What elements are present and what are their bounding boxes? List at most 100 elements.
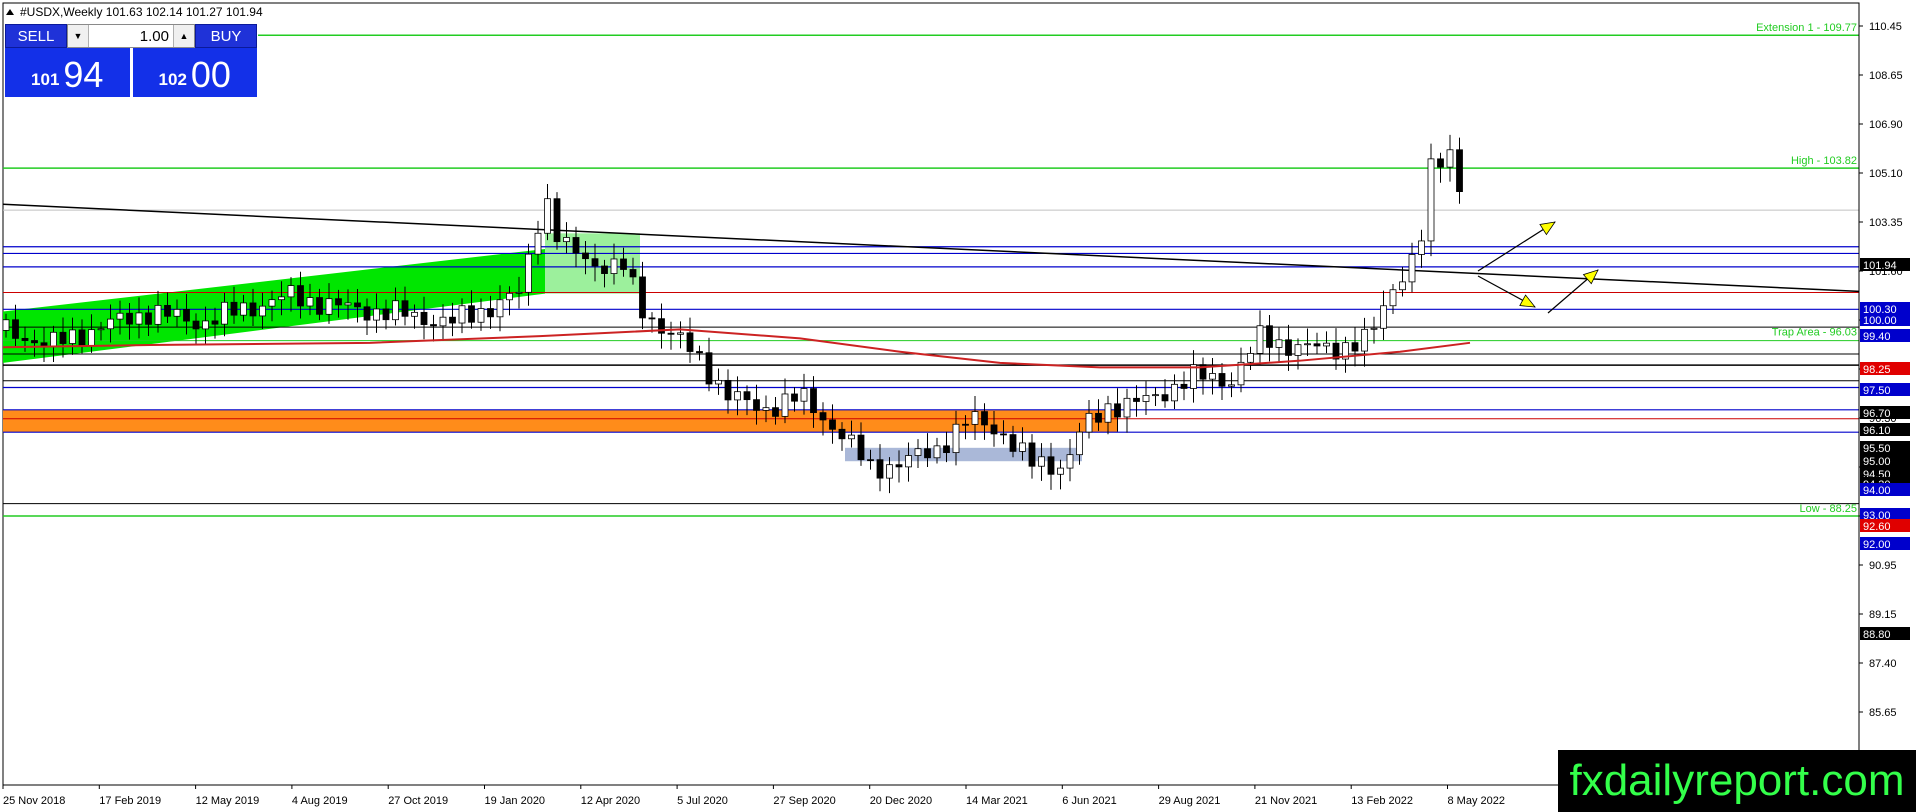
candle-body <box>1057 467 1064 475</box>
candle-body <box>411 311 418 317</box>
candle-body <box>468 305 475 323</box>
candle-body <box>677 332 684 335</box>
candle-body <box>1294 344 1302 356</box>
candle-body <box>1370 327 1378 330</box>
candle-body <box>1104 403 1112 423</box>
time-label: 20 Dec 2020 <box>870 795 932 807</box>
lot-decrease-icon[interactable]: ▼ <box>68 25 89 47</box>
candle-body <box>21 337 29 341</box>
time-label: 6 Jun 2021 <box>1062 795 1116 807</box>
candle-body <box>1256 325 1264 354</box>
candle-body <box>306 297 314 307</box>
candle-body <box>962 423 969 426</box>
lot-size-input[interactable] <box>89 25 173 47</box>
time-label: 17 Feb 2019 <box>99 795 161 807</box>
candle-body <box>297 285 304 307</box>
candle-body <box>316 297 323 315</box>
candle-body <box>344 302 352 306</box>
candle-body <box>610 258 618 274</box>
ask-price-button[interactable]: 102 00 <box>132 48 257 97</box>
candle-body <box>202 320 209 330</box>
lot-increase-icon[interactable]: ▲ <box>173 25 194 47</box>
candle-body <box>259 305 266 317</box>
time-label: 19 Jan 2020 <box>485 795 546 807</box>
sell-button[interactable]: SELL <box>5 24 67 48</box>
consolidation-zone <box>845 447 1082 462</box>
candle-body <box>50 331 57 347</box>
level-tags: 101.94100.30100.0099.4098.2597.5096.7096… <box>1860 258 1910 641</box>
level-tag-label: 92.00 <box>1863 539 1891 551</box>
candle-body <box>525 253 532 293</box>
candle-body <box>762 407 770 411</box>
candle-body <box>2 319 10 331</box>
candle-body <box>1285 339 1292 356</box>
candle-body <box>1142 395 1150 402</box>
candle-body <box>1085 412 1093 433</box>
candle-body <box>363 306 371 321</box>
candle-body <box>563 237 570 243</box>
candle-body <box>107 318 114 330</box>
candle-body <box>1000 433 1007 436</box>
time-label: 13 Feb 2022 <box>1351 795 1413 807</box>
price-chart[interactable]: 110.45108.65106.90105.10103.35101.6099.8… <box>0 0 1916 812</box>
chart-window[interactable]: 110.45108.65106.90105.10103.35101.6099.8… <box>0 0 1916 812</box>
candle-body <box>981 411 988 426</box>
candle-body <box>1351 342 1359 352</box>
candle-body <box>506 292 513 301</box>
price-label: 90.95 <box>1869 560 1897 572</box>
candle-body <box>1028 442 1036 467</box>
bid-price-big: 94 <box>63 54 104 95</box>
candle-body <box>88 329 95 347</box>
candle-body <box>772 407 779 417</box>
candle-body <box>496 299 504 318</box>
price-label: 103.35 <box>1869 217 1903 229</box>
candle-body <box>164 304 171 317</box>
candle-body <box>734 391 741 401</box>
time-label: 12 Apr 2020 <box>581 795 640 807</box>
candle-body <box>1152 394 1159 397</box>
candle-body <box>1038 456 1045 467</box>
candle-body <box>1437 158 1444 168</box>
candle-body <box>173 308 181 317</box>
candle-body <box>211 320 219 325</box>
level-annotation: Extension 1 - 109.77 <box>1756 22 1857 34</box>
candle-body <box>1313 343 1321 347</box>
candle-body <box>135 312 143 325</box>
candle-body <box>924 448 931 459</box>
candle-body <box>905 455 912 468</box>
candle-body <box>1009 434 1017 452</box>
candle-body <box>1133 397 1140 402</box>
lot-size-control: ▼ ▲ <box>67 24 195 48</box>
candle-body <box>895 464 903 468</box>
candle-body <box>230 301 238 316</box>
candle-body <box>126 312 133 325</box>
level-annotation: Low - 88.25 <box>1800 503 1857 515</box>
candle-body <box>69 329 76 344</box>
level-tag-label: 92.60 <box>1863 521 1891 533</box>
level-tag-label: 100.00 <box>1863 315 1897 327</box>
bid-price-button[interactable]: 101 94 <box>5 48 130 97</box>
candle-body <box>810 388 817 414</box>
price-label: 85.65 <box>1869 707 1897 719</box>
candle-body <box>819 412 827 421</box>
time-label: 21 Nov 2021 <box>1255 795 1317 807</box>
candle-body <box>791 393 798 402</box>
candle-body <box>1161 394 1169 402</box>
buy-button[interactable]: BUY <box>195 24 257 48</box>
candle-body <box>59 331 67 344</box>
candle-body <box>971 411 979 425</box>
candle-body <box>848 434 855 440</box>
candle-body <box>401 300 409 317</box>
candle-body <box>458 305 466 324</box>
candle-body <box>31 340 38 344</box>
candle-body <box>487 308 494 318</box>
candle-body <box>667 332 675 335</box>
candle-body <box>1408 254 1416 283</box>
candle-body <box>591 258 599 267</box>
candle-body <box>1171 383 1178 402</box>
candle-body <box>867 459 874 462</box>
price-label: 105.10 <box>1869 168 1903 180</box>
candle-body <box>553 198 561 243</box>
candle-body <box>876 459 884 479</box>
candle-body <box>1418 240 1425 255</box>
